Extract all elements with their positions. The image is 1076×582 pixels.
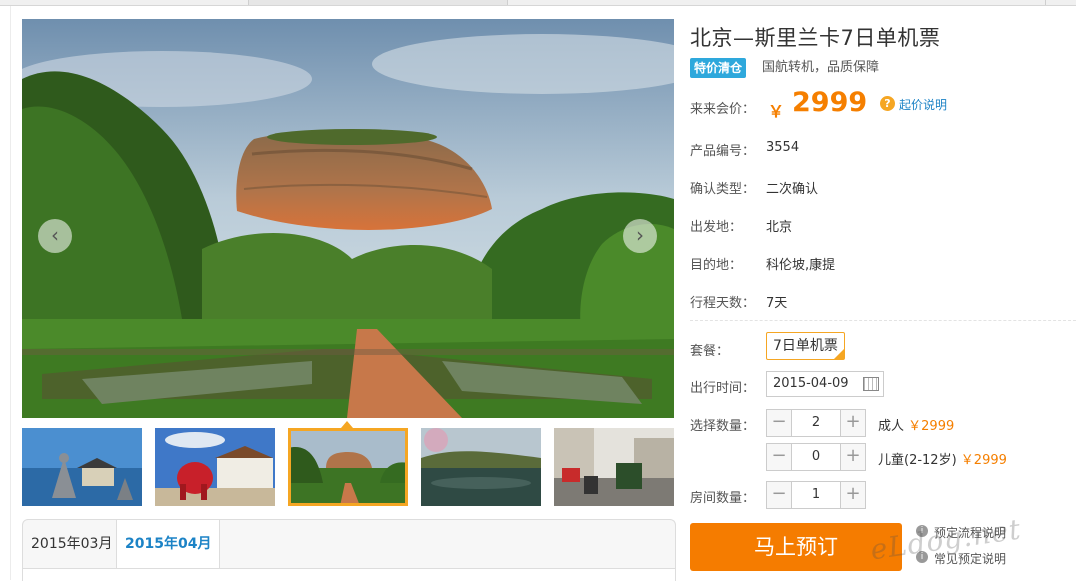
package-label: 套餐： [690, 344, 730, 359]
question-icon[interactable]: ? [880, 96, 895, 111]
thumbnail-selected-caret [341, 421, 353, 428]
sale-badge: 特价清仓 [690, 58, 747, 78]
gallery-prev-button[interactable]: ‹ [38, 219, 72, 253]
adult-price: ￥2999 [908, 419, 955, 434]
child-quantity-value[interactable]: 0 [792, 444, 840, 470]
main-photo-sigiriya [22, 19, 674, 418]
tab-month-april[interactable]: 2015年04月 [116, 520, 221, 570]
gallery-next-button[interactable]: › [623, 219, 657, 253]
page-left-border [10, 6, 11, 580]
child-plus-button[interactable]: + [840, 444, 865, 470]
thumbnail-lake-view[interactable] [421, 428, 541, 506]
detail-value-confirm-type: 二次确认 [766, 182, 819, 197]
room-quantity-value[interactable]: 1 [792, 482, 840, 508]
detail-label-product-id: 产品编号： [690, 144, 756, 159]
package-option-selected[interactable]: 7日单机票 [766, 332, 845, 360]
quantity-label: 选择数量： [690, 419, 756, 434]
child-minus-button[interactable]: − [767, 444, 792, 470]
product-title: 北京—斯里兰卡7日单机票 [690, 26, 941, 50]
detail-value-departure: 北京 [766, 220, 793, 235]
calendar-month-tabs: 2015年03月 2015年04月 [22, 519, 676, 582]
child-quantity-stepper[interactable]: − 0 + [766, 443, 866, 471]
adult-label: 成人 [878, 419, 905, 434]
departure-date-value: 2015-04-09 [773, 376, 849, 391]
adult-price-info: 成人 ￥2999 [878, 415, 954, 434]
calendar-icon[interactable] [863, 377, 879, 391]
child-label: 儿童(2-12岁) [878, 453, 957, 468]
detail-value-product-id: 3554 [766, 140, 800, 155]
price-currency: ￥ [768, 102, 785, 121]
browser-tab[interactable] [1017, 0, 1046, 5]
browser-tab[interactable] [0, 0, 249, 5]
thumbnail-buddha-statue[interactable] [22, 428, 142, 506]
adult-quantity-value[interactable]: 2 [792, 410, 840, 436]
thumbnail-street-tuktuk[interactable] [554, 428, 674, 506]
thumbnail-sigiriya-rock[interactable] [288, 428, 408, 506]
price-help-link[interactable]: 起价说明 [899, 96, 947, 113]
thumbnail-temple-elephant[interactable] [155, 428, 275, 506]
section-divider [690, 320, 1076, 321]
price-value: 2999 [792, 87, 868, 118]
room-plus-button[interactable]: + [840, 482, 865, 508]
adult-plus-button[interactable]: + [840, 410, 865, 436]
adult-minus-button[interactable]: − [767, 410, 792, 436]
detail-label-destination: 目的地： [690, 258, 743, 273]
date-label: 出行时间： [690, 381, 756, 396]
departure-date-field[interactable]: 2015-04-09 [766, 371, 884, 397]
package-option-label: 7日单机票 [773, 338, 838, 354]
detail-label-confirm-type: 确认类型： [690, 182, 756, 197]
detail-value-duration: 7天 [766, 296, 788, 311]
detail-value-destination: 科伦坡,康提 [766, 258, 836, 273]
product-subtitle: 国航转机，品质保障 [762, 60, 880, 75]
child-price: ￥2999 [960, 453, 1007, 468]
room-label: 房间数量： [690, 491, 756, 506]
adult-quantity-stepper[interactable]: − 2 + [766, 409, 866, 437]
detail-label-departure: 出发地： [690, 220, 743, 235]
check-corner-icon [833, 349, 844, 359]
price-label: 来来会价： [690, 102, 756, 117]
room-minus-button[interactable]: − [767, 482, 792, 508]
child-price-info: 儿童(2-12岁) ￥2999 [878, 449, 1007, 468]
detail-label-duration: 行程天数： [690, 296, 756, 311]
tab-month-march[interactable]: 2015年03月 [23, 520, 120, 569]
browser-tab-strip [0, 0, 1076, 6]
browser-tab[interactable] [249, 0, 508, 5]
room-quantity-stepper[interactable]: − 1 + [766, 481, 866, 509]
